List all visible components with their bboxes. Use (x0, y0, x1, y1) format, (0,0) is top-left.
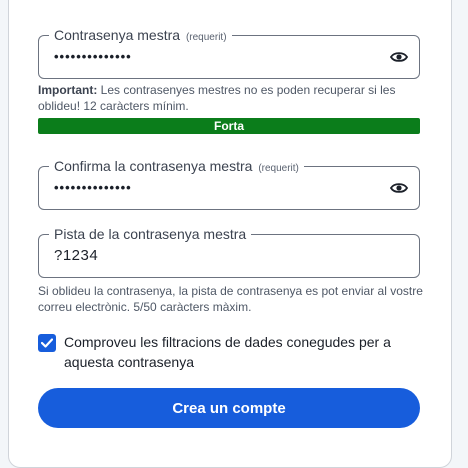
important-note: Important: Les contrasenyes mestres no e… (38, 83, 396, 113)
required-tag: (requerit) (185, 32, 227, 43)
password-hint-value[interactable]: ?1234 (54, 235, 98, 277)
password-hint-field[interactable]: Pista de la contrasenya mestra ?1234 (38, 226, 420, 278)
checkmark-icon (41, 338, 53, 348)
eye-icon[interactable] (389, 48, 409, 66)
password-hint-helper: Si oblideu la contrasenya, la pista de c… (38, 284, 423, 314)
breach-check-label[interactable]: Comproveu les filtracions de dades coneg… (64, 332, 418, 372)
password-strength-bar: Forta (38, 118, 420, 134)
create-account-button[interactable]: Crea un compte (38, 388, 420, 428)
master-password-value[interactable]: •••••••••••••• (54, 36, 132, 78)
required-tag: (requerit) (258, 163, 299, 174)
confirm-password-field[interactable]: Confirma la contrasenya mestra (requerit… (38, 158, 420, 210)
breach-check-checkbox[interactable] (38, 334, 56, 352)
confirm-password-value[interactable]: •••••••••••••• (54, 167, 132, 209)
master-password-field[interactable]: Contrasenya mestra (requerit) ••••••••••… (38, 27, 420, 79)
eye-icon[interactable] (389, 179, 409, 197)
